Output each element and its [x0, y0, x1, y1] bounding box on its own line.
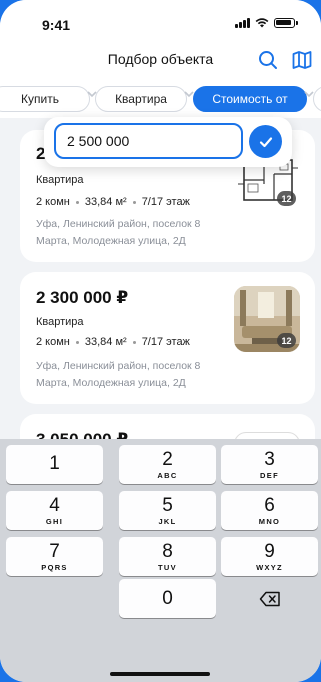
backspace-icon — [259, 591, 280, 606]
price-input[interactable] — [67, 133, 227, 149]
key-letters: GHI — [45, 516, 64, 526]
living-room-photo[interactable]: 12 — [234, 286, 300, 352]
key-9[interactable]: 9 WXYZ — [221, 537, 318, 576]
status-time: 9:41 — [42, 17, 71, 33]
key-1[interactable]: 1 — [6, 445, 103, 484]
chevron-down-icon — [184, 91, 194, 98]
cellular-signal-icon — [235, 18, 250, 28]
photo-count-badge: 12 — [277, 191, 296, 206]
listing-price: 2 300 000 ₽ — [36, 288, 129, 307]
address-line: Уфа, Ленинский район, поселок 8 — [36, 218, 201, 230]
key-letters: TUV — [158, 562, 177, 572]
chevron-down-icon — [304, 91, 314, 98]
listing-address: Уфа, Ленинский район, поселок 8 Марта, М… — [36, 216, 216, 250]
price-field[interactable] — [54, 123, 243, 159]
listing-type: Квартира — [36, 316, 84, 328]
key-digit: 3 — [264, 448, 275, 470]
battery-icon — [274, 18, 298, 28]
address-line: Марта, Молодежная улица, 2Д — [36, 235, 186, 247]
key-digit: 2 — [162, 448, 173, 470]
empty-key-slot — [6, 579, 103, 618]
address-line: Уфа, Ленинский район, поселок 8 — [36, 360, 201, 372]
filter-chip-price-from[interactable]: Стоимость от — [193, 86, 307, 112]
wifi-icon — [255, 18, 269, 28]
listing-specs: 2 комн 33,84 м² 7/17 этаж — [36, 336, 190, 348]
listing-card[interactable]: 2 300 000 ₽ Квартира 2 комн 33,84 м² 7/1… — [20, 272, 315, 404]
key-digit: 7 — [49, 540, 60, 562]
separator-dot — [132, 340, 136, 344]
address-line: Марта, Молодежная улица, 2Д — [36, 377, 186, 389]
app-header: Подбор объекта — [0, 40, 321, 80]
key-letters: PQRS — [41, 562, 68, 572]
key-letters: DEF — [260, 470, 279, 480]
status-bar: 9:41 — [0, 0, 321, 40]
listing-area: 33,84 м² — [84, 336, 127, 348]
key-digit: 0 — [162, 588, 173, 609]
separator-dot — [75, 200, 79, 204]
key-2[interactable]: 2 ABC — [119, 445, 216, 484]
key-digit: 8 — [162, 540, 173, 562]
key-letters: ABC — [157, 470, 178, 480]
home-indicator — [110, 672, 210, 676]
key-8[interactable]: 8 TUV — [119, 537, 216, 576]
listing-rooms: 2 комн — [36, 336, 70, 348]
separator-dot — [75, 340, 79, 344]
key-0[interactable]: 0 — [119, 579, 216, 618]
app-screen: 9:41 Подбор объекта Купить Квартира Стои… — [0, 0, 321, 682]
numeric-keyboard: 1 2 ABC 3 DEF 4 GHI 5 JKL 6 MNO 7 PQRS 8 — [0, 439, 321, 682]
filter-chip-buy[interactable]: Купить — [0, 86, 90, 112]
key-digit: 6 — [264, 494, 275, 516]
key-6[interactable]: 6 MNO — [221, 491, 318, 530]
key-digit: 4 — [49, 494, 60, 516]
listing-floor: 7/17 этаж — [141, 196, 190, 208]
key-digit: 9 — [264, 540, 275, 562]
listing-type: Квартира — [36, 174, 84, 186]
status-icons — [235, 18, 298, 28]
price-input-popover — [44, 117, 292, 167]
key-4[interactable]: 4 GHI — [6, 491, 103, 530]
filter-bar: Купить Квартира Стоимость от — [0, 80, 321, 118]
checkmark-icon — [259, 136, 272, 147]
listing-rooms: 2 комн — [36, 196, 70, 208]
key-letters: WXYZ — [256, 562, 283, 572]
key-letters: MNO — [258, 516, 281, 526]
map-icon[interactable] — [292, 51, 312, 69]
listing-address: Уфа, Ленинский район, поселок 8 Марта, М… — [36, 358, 216, 392]
key-letters: JKL — [158, 516, 177, 526]
key-5[interactable]: 5 JKL — [119, 491, 216, 530]
delete-key[interactable] — [221, 579, 318, 618]
key-3[interactable]: 3 DEF — [221, 445, 318, 484]
listing-area: 33,84 м² — [84, 196, 127, 208]
key-digit: 1 — [49, 453, 60, 474]
listing-floor: 7/17 этаж — [141, 336, 190, 348]
photo-count-badge: 12 — [277, 333, 296, 348]
key-7[interactable]: 7 PQRS — [6, 537, 103, 576]
confirm-button[interactable] — [249, 125, 282, 158]
separator-dot — [132, 200, 136, 204]
chevron-down-icon — [87, 91, 97, 98]
key-digit: 5 — [162, 494, 173, 516]
listing-specs: 2 комн 33,84 м² 7/17 этаж — [36, 196, 190, 208]
search-icon[interactable] — [258, 50, 278, 70]
filter-chip-property-type[interactable]: Квартира — [95, 86, 187, 112]
